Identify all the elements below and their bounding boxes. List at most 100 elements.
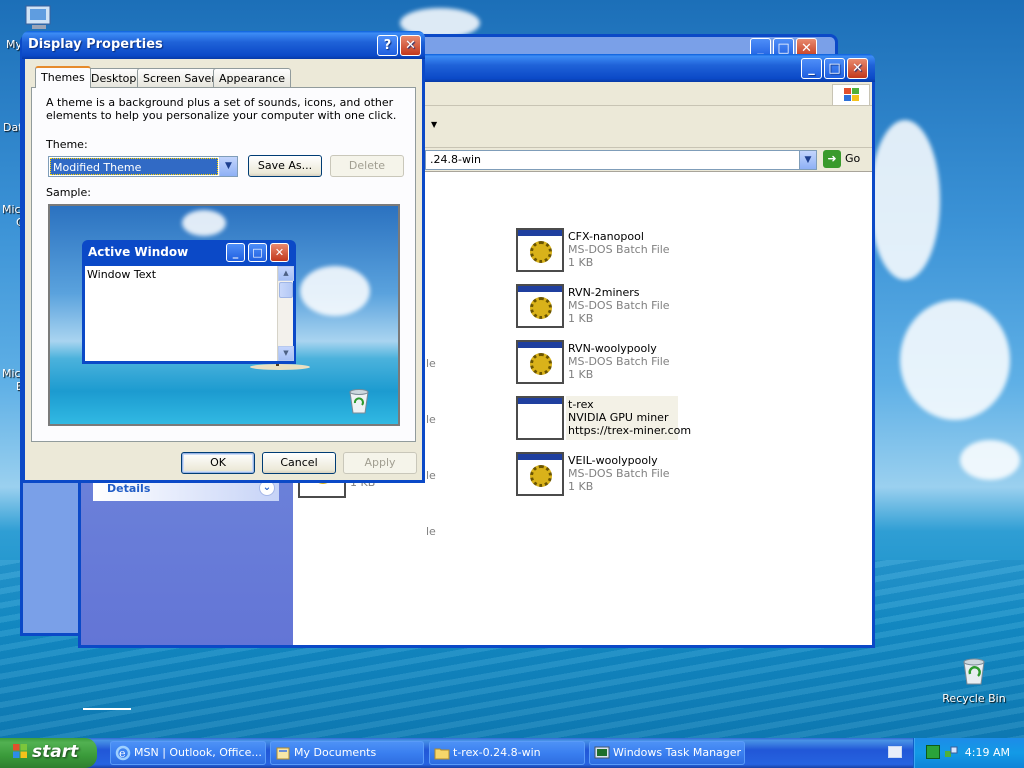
taskbar-item-label: Windows Task Manager [613, 746, 742, 759]
file-company: https://trex-miner.com [568, 424, 692, 437]
file-type: MS-DOS Batch File [568, 355, 670, 368]
address-input[interactable]: .24.8-win ▼ [425, 150, 817, 170]
cloud [960, 440, 1020, 480]
apply-button[interactable]: Apply [343, 452, 417, 474]
scroll-down-icon: ▼ [278, 346, 294, 361]
chevron-down-icon[interactable]: ▼ [219, 157, 237, 176]
cloud [182, 210, 226, 236]
keyboard-icon[interactable] [888, 746, 902, 758]
recycle-bin-icon [963, 658, 985, 685]
windows-flag-icon [13, 744, 27, 758]
divider [83, 708, 131, 710]
windows-logo-icon [832, 84, 870, 106]
scroll-up-icon: ▲ [278, 266, 294, 281]
tray-app-icon[interactable] [926, 745, 940, 759]
batch-gear-icon [516, 228, 564, 272]
list-item[interactable]: RVN-woolypooly MS-DOS Batch File 1 KB [516, 340, 746, 388]
go-button[interactable]: ➜ Go [823, 150, 873, 170]
file-name: t-rex [568, 398, 594, 411]
theme-label: Theme: [46, 138, 88, 151]
desktop-icon-recycle-bin[interactable]: Recycle Bin [939, 654, 1009, 705]
taskbar-item-label: MSN | Outlook, Office... [134, 746, 262, 759]
start-label: start [32, 742, 79, 762]
scroll-thumb [279, 282, 293, 298]
theme-select-value: Modified Theme [50, 158, 218, 175]
batch-gear-icon [516, 284, 564, 328]
svg-text:e: e [119, 747, 126, 760]
maximize-button[interactable]: □ [824, 58, 845, 79]
tab-screen-saver[interactable]: Screen Saver [137, 68, 222, 87]
sample-window-body: Window Text ▲ ▼ [85, 266, 294, 361]
maximize-icon: □ [248, 243, 267, 262]
cancel-button[interactable]: Cancel [262, 452, 336, 474]
tab-themes[interactable]: Themes [35, 66, 91, 88]
file-type-clip: le [426, 525, 436, 538]
taskbar-item-label: t-rex-0.24.8-win [453, 746, 541, 759]
taskbar-item-t-rex-folder[interactable]: t-rex-0.24.8-win [429, 741, 585, 765]
cloud [870, 120, 940, 280]
dialog-title-bar[interactable]: Display Properties ? ✕ [22, 31, 425, 59]
theme-description: A theme is a background plus a set of so… [46, 96, 397, 122]
ok-button[interactable]: OK [181, 452, 255, 474]
delete-button[interactable]: Delete [330, 155, 404, 177]
file-type: MS-DOS Batch File [568, 243, 670, 256]
address-value: .24.8-win [430, 153, 481, 166]
dialog-title: Display Properties [28, 37, 163, 52]
theme-select[interactable]: Modified Theme ▼ [48, 156, 238, 177]
file-size: 1 KB [568, 256, 594, 269]
address-dropdown-icon[interactable]: ▼ [799, 151, 816, 169]
list-item[interactable]: VEIL-woolypooly MS-DOS Batch File 1 KB [516, 452, 746, 500]
taskbar: start e MSN | Outlook, Office... My Docu… [0, 738, 1024, 768]
system-tray: 4:19 AM [913, 738, 1024, 768]
close-button[interactable]: ✕ [400, 35, 421, 56]
taskbar-item-my-documents[interactable]: My Documents [270, 741, 424, 765]
file-size: 1 KB [568, 480, 594, 493]
close-icon: ✕ [270, 243, 289, 262]
taskbar-item-label: My Documents [294, 746, 377, 759]
start-button[interactable]: start [0, 738, 97, 768]
island [250, 364, 310, 370]
file-size: 1 KB [568, 312, 594, 325]
minimize-button[interactable]: _ [801, 58, 822, 79]
file-type: MS-DOS Batch File [568, 299, 670, 312]
file-type: MS-DOS Batch File [568, 467, 670, 480]
cloud [900, 300, 1010, 420]
theme-sample-preview: Active Window _ □ ✕ Window Text ▲ ▼ [48, 204, 400, 426]
sample-active-window: Active Window _ □ ✕ Window Text ▲ ▼ [82, 240, 296, 364]
list-item[interactable]: t-rex NVIDIA GPU miner https://trex-mine… [516, 396, 746, 444]
file-type-clip: le [426, 357, 436, 370]
save-as-button[interactable]: Save As... [248, 155, 322, 177]
task-manager-icon [594, 746, 610, 759]
go-label: Go [845, 152, 861, 165]
application-icon [516, 396, 564, 440]
close-button[interactable]: ✕ [847, 58, 868, 79]
taskbar-item-task-manager[interactable]: Windows Task Manager [589, 741, 745, 765]
desktop: My Dat Micro C Micro B Recycle Bin _ □ ✕… [0, 0, 1024, 738]
my-documents-icon [276, 747, 290, 760]
recycle-bin-icon [349, 389, 369, 414]
taskbar-item-msn[interactable]: e MSN | Outlook, Office... [110, 741, 266, 765]
scrollbar: ▲ ▼ [277, 266, 294, 361]
file-name: VEIL-woolypooly [568, 454, 658, 467]
cloud [300, 266, 370, 316]
folder-icon [434, 748, 450, 760]
details-label: Details [107, 482, 151, 495]
ie-icon: e [115, 745, 131, 761]
file-size: 1 KB [568, 368, 594, 381]
minimize-icon: _ [226, 243, 245, 262]
clock[interactable]: 4:19 AM [965, 746, 1010, 759]
display-properties-dialog[interactable]: Display Properties ? ✕ Themes Desktop Sc… [22, 31, 425, 483]
list-item[interactable]: CFX-nanopool MS-DOS Batch File 1 KB [516, 228, 746, 276]
views-dropdown-icon[interactable]: ▼ [431, 120, 437, 129]
list-item[interactable]: RVN-2miners MS-DOS Batch File 1 KB [516, 284, 746, 332]
sample-label: Sample: [46, 186, 91, 199]
my-computer-icon [25, 5, 51, 29]
themes-panel: A theme is a background plus a set of so… [31, 87, 416, 442]
file-description: NVIDIA GPU miner [568, 411, 669, 424]
tab-desktop[interactable]: Desktop [85, 68, 143, 87]
batch-gear-icon [516, 340, 564, 384]
network-icon[interactable] [944, 745, 958, 759]
file-type-clip: le [426, 413, 436, 426]
help-button[interactable]: ? [377, 35, 398, 56]
tab-appearance[interactable]: Appearance [213, 68, 292, 87]
